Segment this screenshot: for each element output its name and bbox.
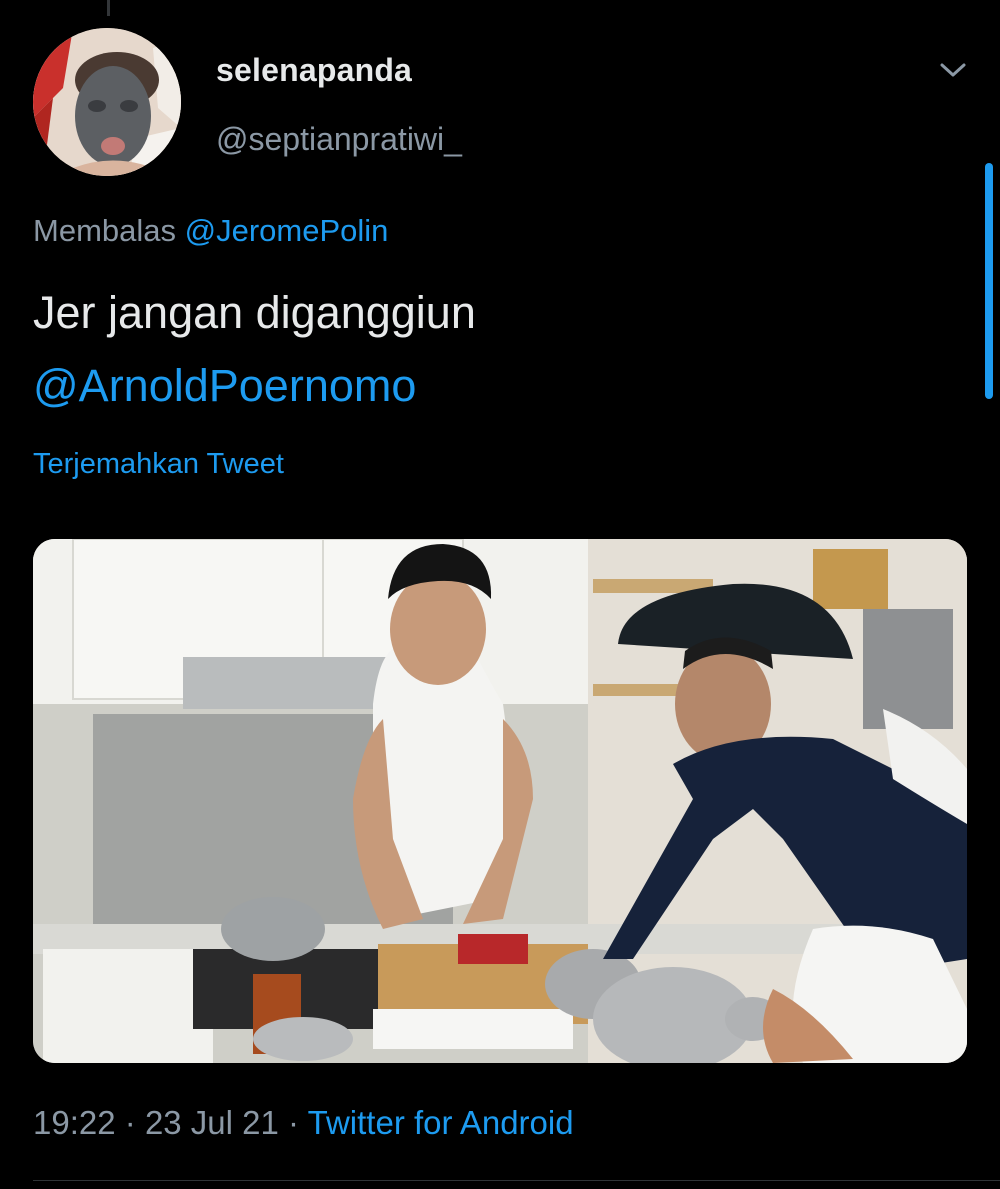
tweet-mention-link[interactable]: @ArnoldPoernomo xyxy=(33,349,953,422)
reply-mention-link[interactable]: @JeromePolin xyxy=(185,213,389,248)
tweet-date: 23 Jul 21 xyxy=(144,1104,279,1141)
thread-connector-line xyxy=(107,0,110,16)
meta-separator: · xyxy=(124,1104,136,1141)
tweet-metadata: 19:22 · 23 Jul 21 · Twitter for Android xyxy=(33,1104,574,1142)
more-options-button[interactable] xyxy=(930,50,976,90)
photo-icon xyxy=(33,539,967,1063)
tweet-media-image[interactable] xyxy=(33,539,967,1063)
tweet-text: Jer jangan diganggiun @ArnoldPoernomo xyxy=(33,276,953,422)
avatar-image xyxy=(33,28,181,176)
tweet-time: 19:22 xyxy=(33,1104,116,1141)
tweet-body-text: Jer jangan diganggiun xyxy=(33,287,476,338)
reply-context: Membalas @JeromePolin xyxy=(33,213,388,249)
meta-separator-2: · xyxy=(288,1104,300,1141)
chevron-down-icon xyxy=(940,63,966,77)
avatar[interactable] xyxy=(33,28,181,176)
author-display-name[interactable]: selenapanda xyxy=(216,52,412,89)
scroll-indicator[interactable] xyxy=(985,163,993,399)
translate-tweet-link[interactable]: Terjemahkan Tweet xyxy=(33,448,284,481)
author-handle[interactable]: @septianpratiwi_ xyxy=(216,121,462,158)
reply-prefix: Membalas xyxy=(33,213,176,248)
divider xyxy=(33,1180,1000,1181)
tweet-source-link[interactable]: Twitter for Android xyxy=(308,1104,574,1141)
